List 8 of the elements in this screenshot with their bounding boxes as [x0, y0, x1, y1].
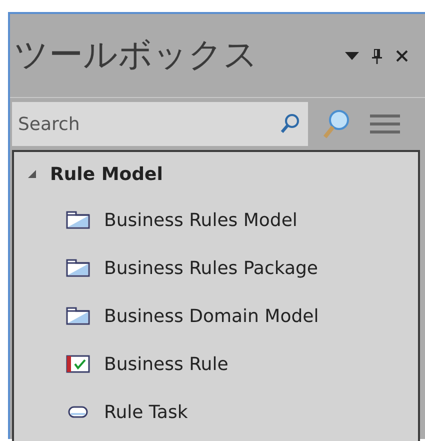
group-label[interactable]: Rule Model	[50, 160, 163, 188]
toolbox-item[interactable]: Business Rules Package	[104, 254, 318, 282]
toolbox-item[interactable]: Business Rules Model	[104, 206, 298, 234]
toolbox-item[interactable]: Rule Task	[104, 398, 188, 426]
toolbox-item[interactable]: Business Domain Model	[104, 302, 319, 330]
toolbox-item[interactable]: Business Rule	[104, 350, 228, 378]
search-field[interactable]: Search	[12, 102, 308, 146]
panel-title: ツールボックス	[14, 34, 259, 77]
